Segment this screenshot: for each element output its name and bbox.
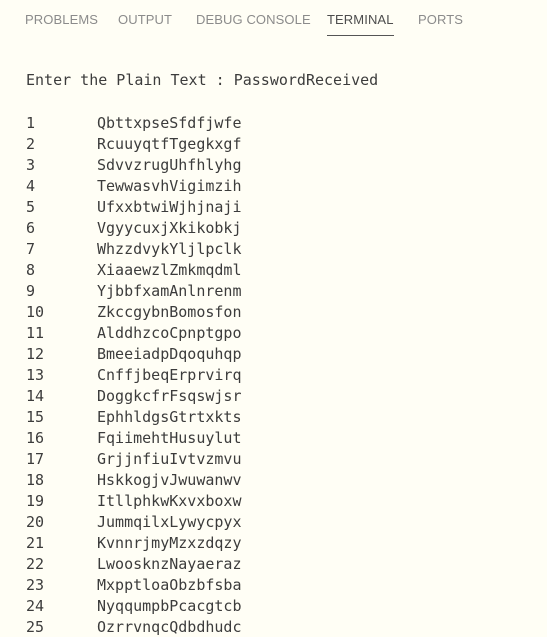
row-text: AlddhzcoCpnptgpo	[97, 324, 242, 342]
output-row: 19 ItllphkwKxvxboxw	[26, 491, 547, 512]
tab-label: PORTS	[418, 12, 464, 27]
row-text: QbttxpseSfdfjwfe	[97, 114, 242, 132]
tab-label: OUTPUT	[118, 12, 173, 27]
row-number: 4	[26, 177, 36, 195]
row-text: TewwasvhVigimzih	[97, 177, 242, 195]
row-text: NyqqumpbPcacgtcb	[97, 597, 242, 615]
output-row: 9 YjbbfxamAnlnrenm	[26, 281, 547, 302]
output-row: 8 XiaaewzlZmkmqdml	[26, 260, 547, 281]
row-text: JummqilxLywycpyx	[97, 513, 242, 531]
panel-tab-bar: PROBLEMS OUTPUT DEBUG CONSOLE TERMINAL P…	[0, 0, 547, 40]
output-row: 3 SdvvzrugUhfhlyhg	[26, 155, 547, 176]
output-row: 7 WhzzdvykYljlpclk	[26, 239, 547, 260]
row-number: 17	[26, 450, 45, 468]
row-text: UfxxbtwiWjhjnaji	[97, 198, 242, 216]
output-row: 18 HskkogjvJwuwanwv	[26, 470, 547, 491]
row-text: DoggkcfrFsqswjsr	[97, 387, 242, 405]
row-number: 21	[26, 534, 45, 552]
row-text: XiaaewzlZmkmqdml	[97, 261, 242, 279]
output-row: 10 ZkccgybnBomosfon	[26, 302, 547, 323]
row-text: VgyycuxjXkikobkj	[97, 219, 242, 237]
row-text: FqiimehtHusuylut	[97, 429, 242, 447]
row-text: GrjjnfiuIvtvzmvu	[97, 450, 242, 468]
output-row: 22 LwoosknzNayaeraz	[26, 554, 547, 575]
output-rows: 1 QbttxpseSfdfjwfe 2 RcuuyqtfTgegkxgf 3 Sdvvz…	[26, 113, 547, 637]
row-text: ZkccgybnBomosfon	[97, 303, 242, 321]
output-row: 5 UfxxbtwiWjhjnaji	[26, 197, 547, 218]
row-text: MxpptloaObzbfsba	[97, 576, 242, 594]
output-row: 11 AlddhzcoCpnptgpo	[26, 323, 547, 344]
row-number: 20	[26, 513, 45, 531]
tab-label: PROBLEMS	[25, 12, 99, 27]
row-text: RcuuyqtfTgegkxgf	[97, 135, 242, 153]
output-row: 2 RcuuyqtfTgegkxgf	[26, 134, 547, 155]
row-text: OzrrvnqcQdbdhudc	[97, 618, 242, 636]
output-row: 4 TewwasvhVigimzih	[26, 176, 547, 197]
row-text: EphhldgsGtrtxkts	[97, 408, 242, 426]
output-row: 24 NyqqumpbPcacgtcb	[26, 596, 547, 617]
output-row: 16 FqiimehtHusuylut	[26, 428, 547, 449]
row-text: KvnnrjmyMzxzdqzy	[97, 534, 242, 552]
output-row: 6 VgyycuxjXkikobkj	[26, 218, 547, 239]
row-text: CnffjbeqErprvirq	[97, 366, 242, 384]
row-number: 25	[26, 618, 45, 636]
row-number: 9	[26, 282, 36, 300]
row-text: ItllphkwKxvxboxw	[97, 492, 242, 510]
tab-problems[interactable]: PROBLEMS	[25, 12, 98, 34]
tab-debug-console[interactable]: DEBUG CONSOLE	[196, 12, 311, 34]
row-number: 15	[26, 408, 45, 426]
row-number: 8	[26, 261, 36, 279]
row-text: YjbbfxamAnlnrenm	[97, 282, 242, 300]
row-number: 23	[26, 576, 45, 594]
output-row: 21 KvnnrjmyMzxzdqzy	[26, 533, 547, 554]
output-row: 25 OzrrvnqcQdbdhudc	[26, 617, 547, 637]
row-text: SdvvzrugUhfhlyhg	[97, 156, 242, 174]
row-number: 24	[26, 597, 45, 615]
row-number: 11	[26, 324, 45, 342]
row-number: 16	[26, 429, 45, 447]
row-number: 19	[26, 492, 45, 510]
row-text: HskkogjvJwuwanwv	[97, 471, 242, 489]
output-row: 20 JummqilxLywycpyx	[26, 512, 547, 533]
output-row: 17 GrjjnfiuIvtvzmvu	[26, 449, 547, 470]
row-number: 22	[26, 555, 45, 573]
row-number: 13	[26, 366, 45, 384]
output-row: 1 QbttxpseSfdfjwfe	[26, 113, 547, 134]
row-number: 6	[26, 219, 36, 237]
tab-label: DEBUG CONSOLE	[196, 12, 311, 27]
tab-terminal[interactable]: TERMINAL	[327, 12, 394, 36]
terminal-panel: PROBLEMS OUTPUT DEBUG CONSOLE TERMINAL P…	[0, 0, 547, 637]
row-number: 14	[26, 387, 45, 405]
output-row: 14 DoggkcfrFsqswjsr	[26, 386, 547, 407]
row-number: 3	[26, 156, 36, 174]
output-row: 12 BmeeiadpDqoquhqp	[26, 344, 547, 365]
row-number: 1	[26, 114, 36, 132]
tab-label: TERMINAL	[327, 12, 394, 27]
row-text: BmeeiadpDqoquhqp	[97, 345, 242, 363]
input-prompt-line: Enter the Plain Text : PasswordReceived	[26, 71, 379, 89]
active-tab-indicator	[327, 35, 394, 36]
row-number: 10	[26, 303, 45, 321]
output-row: 15 EphhldgsGtrtxkts	[26, 407, 547, 428]
output-row: 23 MxpptloaObzbfsba	[26, 575, 547, 596]
row-number: 7	[26, 240, 36, 258]
row-number: 18	[26, 471, 45, 489]
output-row: 13 CnffjbeqErprvirq	[26, 365, 547, 386]
terminal-output[interactable]: Enter the Plain Text : PasswordReceived …	[26, 70, 547, 636]
tab-output[interactable]: OUTPUT	[118, 12, 172, 34]
tab-ports[interactable]: PORTS	[418, 12, 463, 34]
row-text: LwoosknzNayaeraz	[97, 555, 242, 573]
row-text: WhzzdvykYljlpclk	[97, 240, 242, 258]
row-number: 2	[26, 135, 36, 153]
row-number: 12	[26, 345, 45, 363]
row-number: 5	[26, 198, 36, 216]
